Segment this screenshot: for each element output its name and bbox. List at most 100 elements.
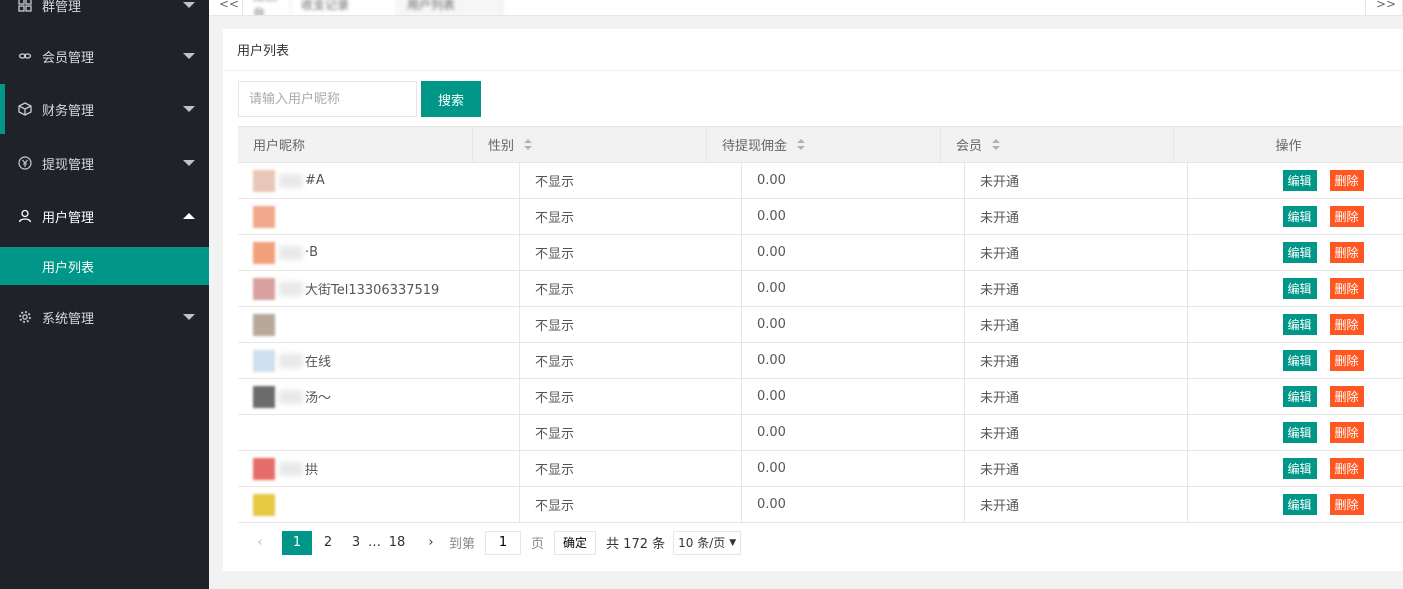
table-row: 拱不显示 0.00 未开通 编辑 删除 — [238, 451, 1403, 487]
cell-actions: 编辑 删除 — [1188, 271, 1403, 306]
tab-user-list[interactable]: 用户列表 — [397, 0, 503, 15]
avatar — [253, 493, 275, 516]
cell-nickname: #A — [238, 163, 520, 198]
sidebar-item-label: 提现管理 — [42, 157, 95, 173]
cell-actions: 编辑 删除 — [1188, 343, 1403, 378]
column-header-nickname: 用户昵称 — [238, 127, 473, 162]
delete-button[interactable]: 删除 — [1329, 422, 1364, 443]
edit-button[interactable]: 编辑 — [1282, 206, 1317, 227]
content-card: 用户列表 搜索 用户昵称 性别 待提现佣金 会员 操作 #A不显示0.00未开通… — [223, 29, 1403, 571]
sidebar-item-finance[interactable]: 财务管理 — [0, 84, 209, 134]
redacted-text — [279, 353, 303, 368]
sidebar-item-label: 财务管理 — [42, 103, 95, 119]
delete-button[interactable]: 删除 — [1329, 458, 1364, 479]
sidebar-item-users[interactable]: 用户管理 — [0, 191, 209, 241]
chevron-up-icon — [183, 213, 195, 219]
cell-actions: 编辑 删除 — [1188, 163, 1403, 198]
cell-gender: 不显示 — [520, 343, 742, 378]
cell-nickname — [238, 199, 520, 234]
sidebar-item-member[interactable]: 会员管理 — [0, 31, 209, 81]
sort-icon[interactable] — [797, 138, 806, 151]
page-1[interactable]: 1 — [282, 530, 312, 555]
table-row: 不显示 0.00 未开通 编辑 删除 — [238, 307, 1403, 343]
cell-gender: 不显示 — [520, 199, 742, 234]
cell-commission: 0.00 — [742, 415, 965, 450]
cell-actions: 编辑 删除 — [1188, 379, 1403, 414]
next-page-icon[interactable]: › — [419, 531, 443, 555]
cell-commission: 0.00 — [742, 343, 965, 378]
delete-button[interactable]: 删除 — [1329, 242, 1364, 263]
prev-page-icon[interactable]: ‹ — [248, 531, 272, 555]
chevron-down-icon — [183, 160, 195, 166]
total-count: 共 172 条 — [606, 537, 666, 552]
delete-button[interactable]: 删除 — [1329, 278, 1364, 299]
edit-button[interactable]: 编辑 — [1282, 422, 1317, 443]
cell-gender: 不显示 — [520, 163, 742, 198]
goto-confirm-button[interactable]: 确定 — [554, 530, 597, 555]
search-button[interactable]: 搜索 — [421, 81, 481, 117]
sidebar-subitem-user-list[interactable]: 用户列表 — [0, 247, 209, 285]
edit-button[interactable]: 编辑 — [1282, 494, 1317, 515]
tab-scroll-left[interactable]: << — [209, 0, 243, 15]
redacted-text — [279, 173, 303, 188]
sort-icon[interactable] — [524, 138, 533, 151]
cell-member: 未开通 — [965, 235, 1188, 270]
edit-button[interactable]: 编辑 — [1282, 458, 1317, 479]
tab-scroll-right[interactable]: >> — [1365, 0, 1403, 15]
sidebar-item-withdraw[interactable]: 提现管理 — [0, 138, 209, 188]
nickname-text: ·B — [305, 245, 319, 260]
nickname-text: 汤～ — [305, 391, 332, 406]
cell-member: 未开通 — [965, 271, 1188, 306]
delete-button[interactable]: 删除 — [1329, 494, 1364, 515]
avatar — [253, 421, 275, 444]
page-size-select[interactable]: 10 条/页 ▼ — [673, 530, 742, 555]
edit-button[interactable]: 编辑 — [1282, 350, 1317, 371]
edit-button[interactable]: 编辑 — [1282, 242, 1317, 263]
sidebar-item-system[interactable]: 系统管理 — [0, 292, 209, 342]
box-icon — [18, 102, 32, 116]
edit-button[interactable]: 编辑 — [1282, 278, 1317, 299]
chevron-down-icon — [183, 314, 195, 320]
cell-actions: 编辑 删除 — [1188, 487, 1403, 522]
tab-home[interactable]: 控制台 — [243, 0, 291, 15]
delete-button[interactable]: 删除 — [1329, 206, 1364, 227]
delete-button[interactable]: 删除 — [1329, 170, 1364, 191]
avatar — [253, 457, 275, 480]
cell-nickname: 在线 — [238, 343, 520, 378]
cell-nickname — [238, 307, 520, 342]
table-row: 不显示 0.00 未开通 编辑 删除 — [238, 199, 1403, 235]
table-row: 在线 不显示 0.00 未开通 编辑 删除 — [238, 343, 1403, 379]
cell-nickname: 拱 — [238, 451, 520, 486]
sort-icon[interactable] — [992, 138, 1001, 151]
sidebar-item-label: 系统管理 — [42, 311, 95, 327]
cell-actions: 编辑 删除 — [1188, 451, 1403, 486]
column-header-gender[interactable]: 性别 — [473, 127, 707, 162]
cell-commission: 0.00 — [742, 163, 965, 198]
cell-member: 未开通 — [965, 199, 1188, 234]
cell-commission: 0.00 — [742, 451, 965, 486]
search-input[interactable] — [238, 81, 417, 117]
edit-button[interactable]: 编辑 — [1282, 314, 1317, 335]
cell-gender: 不显示 — [520, 307, 742, 342]
delete-button[interactable]: 删除 — [1329, 386, 1364, 407]
column-header-member[interactable]: 会员 — [941, 127, 1174, 162]
table-row: ·B 不显示 0.00 未开通 编辑 删除 — [238, 235, 1403, 271]
cell-nickname: ·B — [238, 235, 520, 270]
page-unit-label: 页 — [531, 537, 545, 552]
avatar — [253, 349, 275, 372]
column-header-commission[interactable]: 待提现佣金 — [707, 127, 941, 162]
delete-button[interactable]: 删除 — [1329, 314, 1364, 335]
table-row: #A 不显示 0.00 未开通 编辑 删除 — [238, 163, 1403, 199]
cell-actions: 编辑 删除 — [1188, 415, 1403, 450]
edit-button[interactable]: 编辑 — [1282, 386, 1317, 407]
delete-button[interactable]: 删除 — [1329, 350, 1364, 371]
cell-commission: 0.00 — [742, 487, 965, 522]
page-2[interactable]: 2 — [316, 531, 340, 555]
edit-button[interactable]: 编辑 — [1282, 170, 1317, 191]
goto-page-input[interactable] — [485, 530, 522, 555]
page-3[interactable]: 3 — [344, 531, 368, 555]
sidebar-item-group[interactable]: 群管理 — [0, 0, 209, 30]
page-last[interactable]: 18 — [385, 531, 409, 555]
tab-records[interactable]: 收支记录 — [291, 0, 397, 15]
sidebar-item-label: 用户管理 — [42, 210, 95, 226]
